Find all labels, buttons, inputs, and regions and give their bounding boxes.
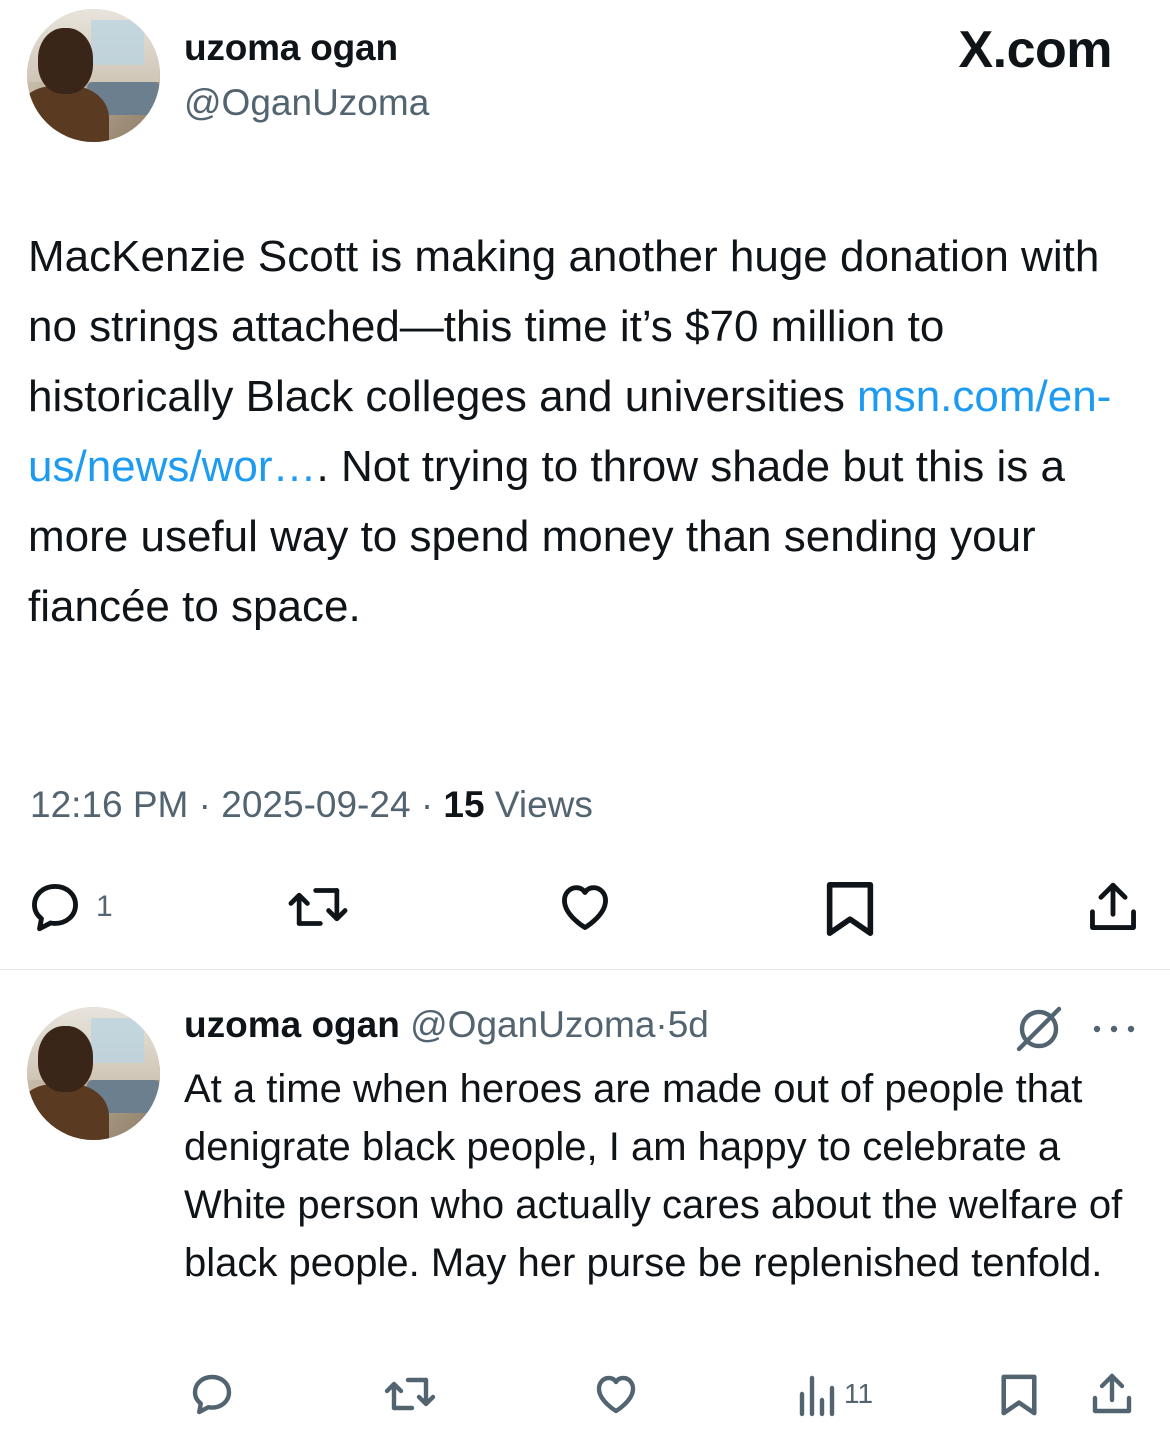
reply-retweet-button[interactable] <box>382 1370 438 1418</box>
reply-author-name[interactable]: uzoma ogan <box>184 1004 400 1045</box>
bookmark-icon <box>1001 1374 1037 1416</box>
retweet-button[interactable] <box>285 878 351 936</box>
share-icon <box>1092 1373 1132 1414</box>
analytics-icon <box>799 1375 835 1417</box>
reply-button[interactable]: 1 <box>26 878 113 936</box>
tweet-date[interactable]: 2025-09-24 <box>221 784 410 825</box>
reply-views-count: 11 <box>844 1378 874 1409</box>
reply-views-button[interactable]: 11 <box>796 1370 873 1418</box>
meta-separator: · <box>198 784 211 825</box>
share-icon <box>1090 882 1136 930</box>
divider <box>0 969 1170 970</box>
reply-reply-button[interactable] <box>188 1370 236 1418</box>
reply-author-handle[interactable]: @OganUzoma <box>410 1004 655 1045</box>
author-handle[interactable]: @OganUzoma <box>184 82 429 124</box>
brand-logo-text: X.com <box>958 21 1112 79</box>
reply-share-button[interactable] <box>1088 1370 1136 1418</box>
reply-like-button[interactable] <box>592 1370 640 1418</box>
reply-count: 1 <box>96 890 113 923</box>
views-label: Views <box>494 784 593 825</box>
meta-separator: · <box>420 784 434 825</box>
grok-icon[interactable] <box>1013 1006 1065 1057</box>
retweet-icon <box>384 1377 436 1411</box>
reply-action-bar: 11 <box>0 1370 1170 1429</box>
heart-icon <box>596 1375 636 1414</box>
reply-bookmark-button[interactable] <box>998 1370 1040 1420</box>
meta-separator: · <box>655 1004 668 1045</box>
share-button[interactable] <box>1084 878 1142 936</box>
retweet-icon <box>288 888 348 926</box>
author-avatar[interactable] <box>27 9 160 142</box>
bookmark-button[interactable] <box>822 878 878 940</box>
tweet-meta: 12:16 PM · 2025-09-24 · 15 Views <box>30 784 593 826</box>
reply-author-avatar[interactable] <box>27 1007 160 1140</box>
reply-icon <box>192 1374 232 1415</box>
author-name[interactable]: uzoma ogan <box>184 27 398 69</box>
reply-text: At a time when heroes are made out of pe… <box>184 1067 1123 1285</box>
tweet-time[interactable]: 12:16 PM <box>30 784 188 825</box>
tweet-action-bar: 1 <box>0 872 1170 942</box>
like-button[interactable] <box>555 878 615 936</box>
bookmark-icon <box>826 882 874 936</box>
more-options-icon[interactable] <box>1090 1022 1138 1041</box>
page: uzoma ogan @OganUzoma X.com MacKenzie Sc… <box>0 0 1170 1429</box>
reply-icon <box>32 884 78 932</box>
tweet-text: MacKenzie Scott is making another huge d… <box>28 222 1143 642</box>
views-count: 15 <box>443 784 485 825</box>
reply-header: uzoma ogan @OganUzoma·5d <box>184 1004 709 1046</box>
heart-icon <box>562 885 608 930</box>
reply-age[interactable]: 5d <box>668 1004 709 1045</box>
